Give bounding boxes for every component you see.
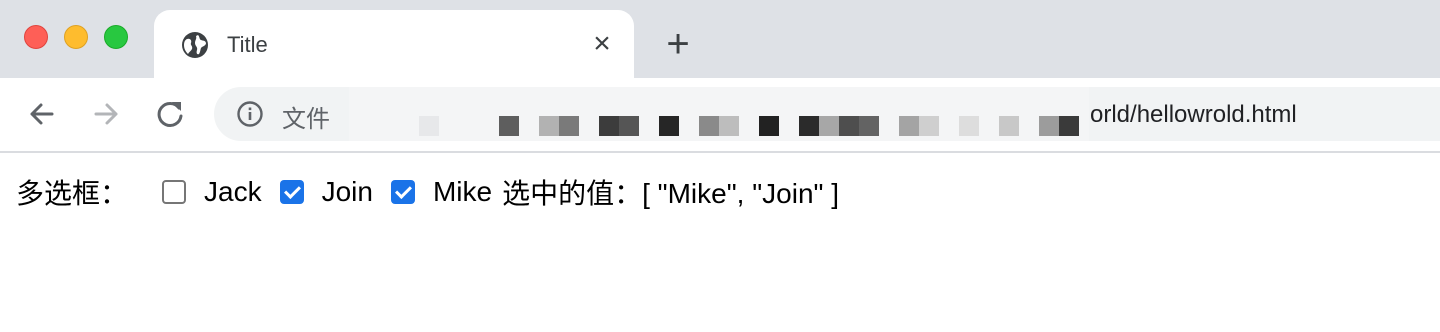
minimize-window-button[interactable]	[64, 25, 88, 49]
info-icon[interactable]	[236, 100, 264, 128]
url-scheme-label: 文件	[282, 106, 330, 133]
close-window-button[interactable]	[24, 25, 48, 49]
checkbox-join[interactable]	[279, 180, 304, 204]
browser-toolbar: 文件 orld/hellowrold.html	[0, 78, 1440, 153]
address-bar[interactable]: 文件 orld/hellowrold.html	[214, 87, 1440, 141]
checkbox-label-jack: Jack	[204, 176, 262, 207]
globe-icon	[182, 32, 208, 58]
checkbox-group: 多选框： Jack Join Mike 选中的值：[ "Mike", "Join…	[16, 172, 839, 212]
checkbox-label-mike: Mike	[432, 176, 493, 207]
tab-close-button[interactable]: ×	[588, 28, 616, 60]
zoom-window-button[interactable]	[104, 25, 128, 49]
reload-icon[interactable]	[150, 94, 190, 134]
group-label: 多选框：	[16, 178, 129, 209]
page-content: 多选框： Jack Join Mike 选中的值：[ "Mike", "Join…	[0, 153, 1440, 332]
checkbox-label-join: Join	[321, 176, 373, 207]
arrow-left-icon[interactable]	[22, 94, 62, 134]
selected-values-text: 选中的值：[ "Mike", "Join" ]	[502, 178, 840, 209]
new-tab-button[interactable]: +	[660, 24, 696, 64]
checkbox-mike[interactable]	[390, 180, 415, 204]
checkbox-jack[interactable]	[162, 180, 187, 204]
arrow-right-icon[interactable]	[86, 94, 126, 134]
browser-tab[interactable]: Title ×	[154, 10, 634, 78]
redacted-url-region	[349, 87, 1089, 141]
browser-tab-strip: Title × +	[0, 0, 1440, 78]
tab-title: Title	[227, 32, 268, 57]
url-text: orld/hellowrold.html	[1090, 101, 1297, 128]
